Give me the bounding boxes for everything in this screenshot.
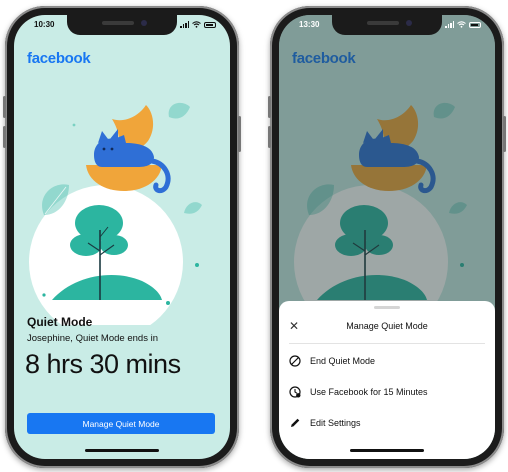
manage-quiet-mode-button[interactable]: Manage Quiet Mode [27, 413, 215, 434]
leaf-icon [168, 102, 190, 119]
battery-icon [469, 21, 481, 28]
camera [406, 20, 412, 26]
wifi-icon [192, 21, 201, 28]
signal-icon [445, 21, 454, 28]
divider [289, 343, 485, 344]
speaker [102, 21, 134, 25]
volume-button [268, 96, 271, 118]
volume-button [3, 96, 6, 118]
screen-right: 13:30 facebook ✕ Manage Quiet Mode End Q… [279, 15, 495, 459]
volume-button [268, 126, 271, 148]
battery-icon [204, 21, 216, 28]
pencil-icon [291, 418, 300, 427]
sheet-handle[interactable] [374, 306, 400, 309]
power-button [238, 116, 241, 152]
notch [67, 15, 177, 35]
screen-left: 10:30 facebook Quiet Mode Josephine, Qui… [14, 15, 230, 459]
end-quiet-mode-option[interactable]: End Quiet Mode [289, 351, 485, 371]
bottom-sheet: ✕ Manage Quiet Mode End Quiet Mode Use F… [279, 301, 495, 459]
sheet-header: ✕ Manage Quiet Mode [279, 317, 495, 339]
leaf-icon [184, 202, 202, 214]
sheet-title: Manage Quiet Mode [346, 321, 428, 331]
edit-settings-option[interactable]: Edit Settings [289, 413, 485, 433]
wifi-icon [457, 21, 466, 28]
facebook-logo: facebook [27, 50, 91, 67]
block-icon [289, 355, 301, 367]
countdown-text: 8 hrs 30 mins [25, 349, 181, 379]
option-label: Use Facebook for 15 Minutes [310, 387, 428, 397]
volume-button [3, 126, 6, 148]
status-time: 10:30 [34, 20, 55, 29]
phone-right: 13:30 facebook ✕ Manage Quiet Mode End Q… [268, 6, 506, 468]
home-indicator[interactable] [85, 449, 159, 452]
use-facebook-15-minutes-option[interactable]: Use Facebook for 15 Minutes [289, 382, 485, 402]
camera [141, 20, 147, 26]
speaker [367, 21, 399, 25]
power-button [503, 116, 506, 152]
home-indicator[interactable] [350, 449, 424, 452]
option-label: End Quiet Mode [310, 356, 376, 366]
quiet-mode-illustration [29, 102, 202, 325]
page-title: Quiet Mode [27, 315, 93, 329]
phone-left: 10:30 facebook Quiet Mode Josephine, Qui… [3, 6, 241, 468]
subtitle: Josephine, Quiet Mode ends in [27, 333, 158, 344]
status-time: 13:30 [299, 20, 320, 29]
notch [332, 15, 442, 35]
option-label: Edit Settings [310, 418, 361, 428]
signal-icon [180, 21, 189, 28]
clock-icon [289, 386, 301, 398]
